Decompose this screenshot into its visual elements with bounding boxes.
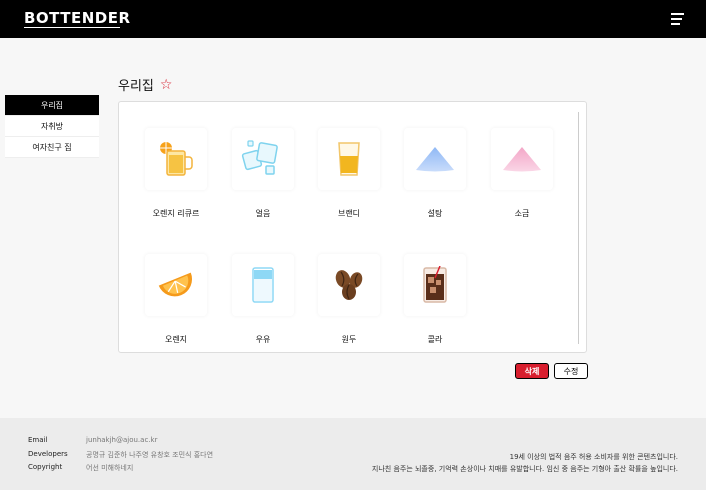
ice-cubes-icon	[232, 128, 294, 190]
star-outline-icon[interactable]: ☆	[160, 78, 173, 92]
ingredient-card[interactable]: 소금	[491, 128, 553, 219]
sidebar-item-girlfriend-home[interactable]: 여자친구 집	[5, 137, 99, 158]
ingredient-label: 원두	[341, 335, 357, 344]
ingredient-label: 콜라	[427, 335, 443, 344]
coffee-beans-icon	[318, 254, 380, 316]
footer-health-warning: 지나친 음주는 뇌졸중, 기억력 손상이나 치매를 유발합니다. 임신 중 음주…	[371, 465, 678, 473]
sugar-pile-icon	[404, 128, 466, 190]
ingredient-label: 우유	[255, 335, 271, 344]
footer-email-value[interactable]: junhakjh@ajou.ac.kr	[86, 436, 157, 444]
ingredient-card[interactable]: 설탕	[404, 128, 466, 219]
delete-button[interactable]: 삭제	[515, 363, 549, 379]
footer-developers-label: Developers	[28, 450, 68, 458]
top-nav-bar: BOTTENDER	[0, 0, 706, 38]
footer-developers-value: 공명규 김준하 나주영 유창호 조민식 홍다연	[86, 451, 214, 459]
page-title: 우리집 ☆	[118, 75, 173, 95]
footer: Email junhakjh@ajou.ac.kr Developers 공명규…	[0, 418, 706, 490]
ingredient-label: 브랜디	[337, 209, 361, 218]
ingredient-card[interactable]: 원두	[318, 254, 380, 345]
sidebar-item-home[interactable]: 우리집	[5, 95, 99, 116]
cola-glass-icon	[404, 254, 466, 316]
ingredient-card[interactable]: 오렌지 리큐르	[145, 128, 207, 219]
ingredient-label: 오렌지	[164, 335, 188, 344]
footer-age-notice: 19세 이상의 법적 음주 허용 소비자를 위한 콘텐츠입니다.	[509, 453, 678, 461]
delete-button-label: 삭제	[524, 366, 540, 376]
ingredient-label: 얼음	[255, 209, 271, 218]
sidebar-item-label: 여자친구 집	[32, 142, 72, 152]
edit-button[interactable]: 수정	[554, 363, 588, 379]
bottender-logo[interactable]: BOTTENDER	[24, 9, 131, 28]
orange-liqueur-glass-icon	[145, 128, 207, 190]
ingredient-card[interactable]: 브랜디	[318, 128, 380, 219]
ingredient-panel: 오렌지 리큐르 얼음 브랜디 설탕 소금 오렌지 우유 원두 콜라	[118, 101, 587, 353]
ingredient-label: 설탕	[427, 209, 443, 218]
hamburger-menu-icon[interactable]	[671, 13, 684, 25]
ingredient-label: 오렌지 리큐르	[152, 209, 200, 218]
edit-button-label: 수정	[563, 366, 579, 376]
footer-copyright-value: 어선 미해하네지	[86, 464, 134, 472]
milk-glass-icon	[232, 254, 294, 316]
salt-pile-icon	[491, 128, 553, 190]
ingredient-card[interactable]: 오렌지	[145, 254, 207, 345]
footer-copyright-label: Copyright	[28, 463, 63, 471]
footer-email-label: Email	[28, 436, 48, 444]
logo-text: BOTTENDER	[24, 9, 131, 27]
ingredient-card[interactable]: 얼음	[232, 128, 294, 219]
ingredient-card[interactable]: 우유	[232, 254, 294, 345]
logo-underline	[24, 27, 120, 28]
page-title-text: 우리집	[118, 79, 154, 94]
orange-slice-icon	[145, 254, 207, 316]
ingredient-label: 소금	[514, 209, 530, 218]
sidebar-item-label: 우리집	[40, 100, 64, 110]
sidebar-item-studio[interactable]: 자취방	[5, 116, 99, 137]
sidebar: 우리집 자취방 여자친구 집	[5, 95, 99, 158]
brandy-glass-icon	[318, 128, 380, 190]
sidebar-item-label: 자취방	[40, 121, 64, 131]
ingredient-card[interactable]: 콜라	[404, 254, 466, 345]
panel-scrollbar[interactable]	[578, 112, 579, 344]
